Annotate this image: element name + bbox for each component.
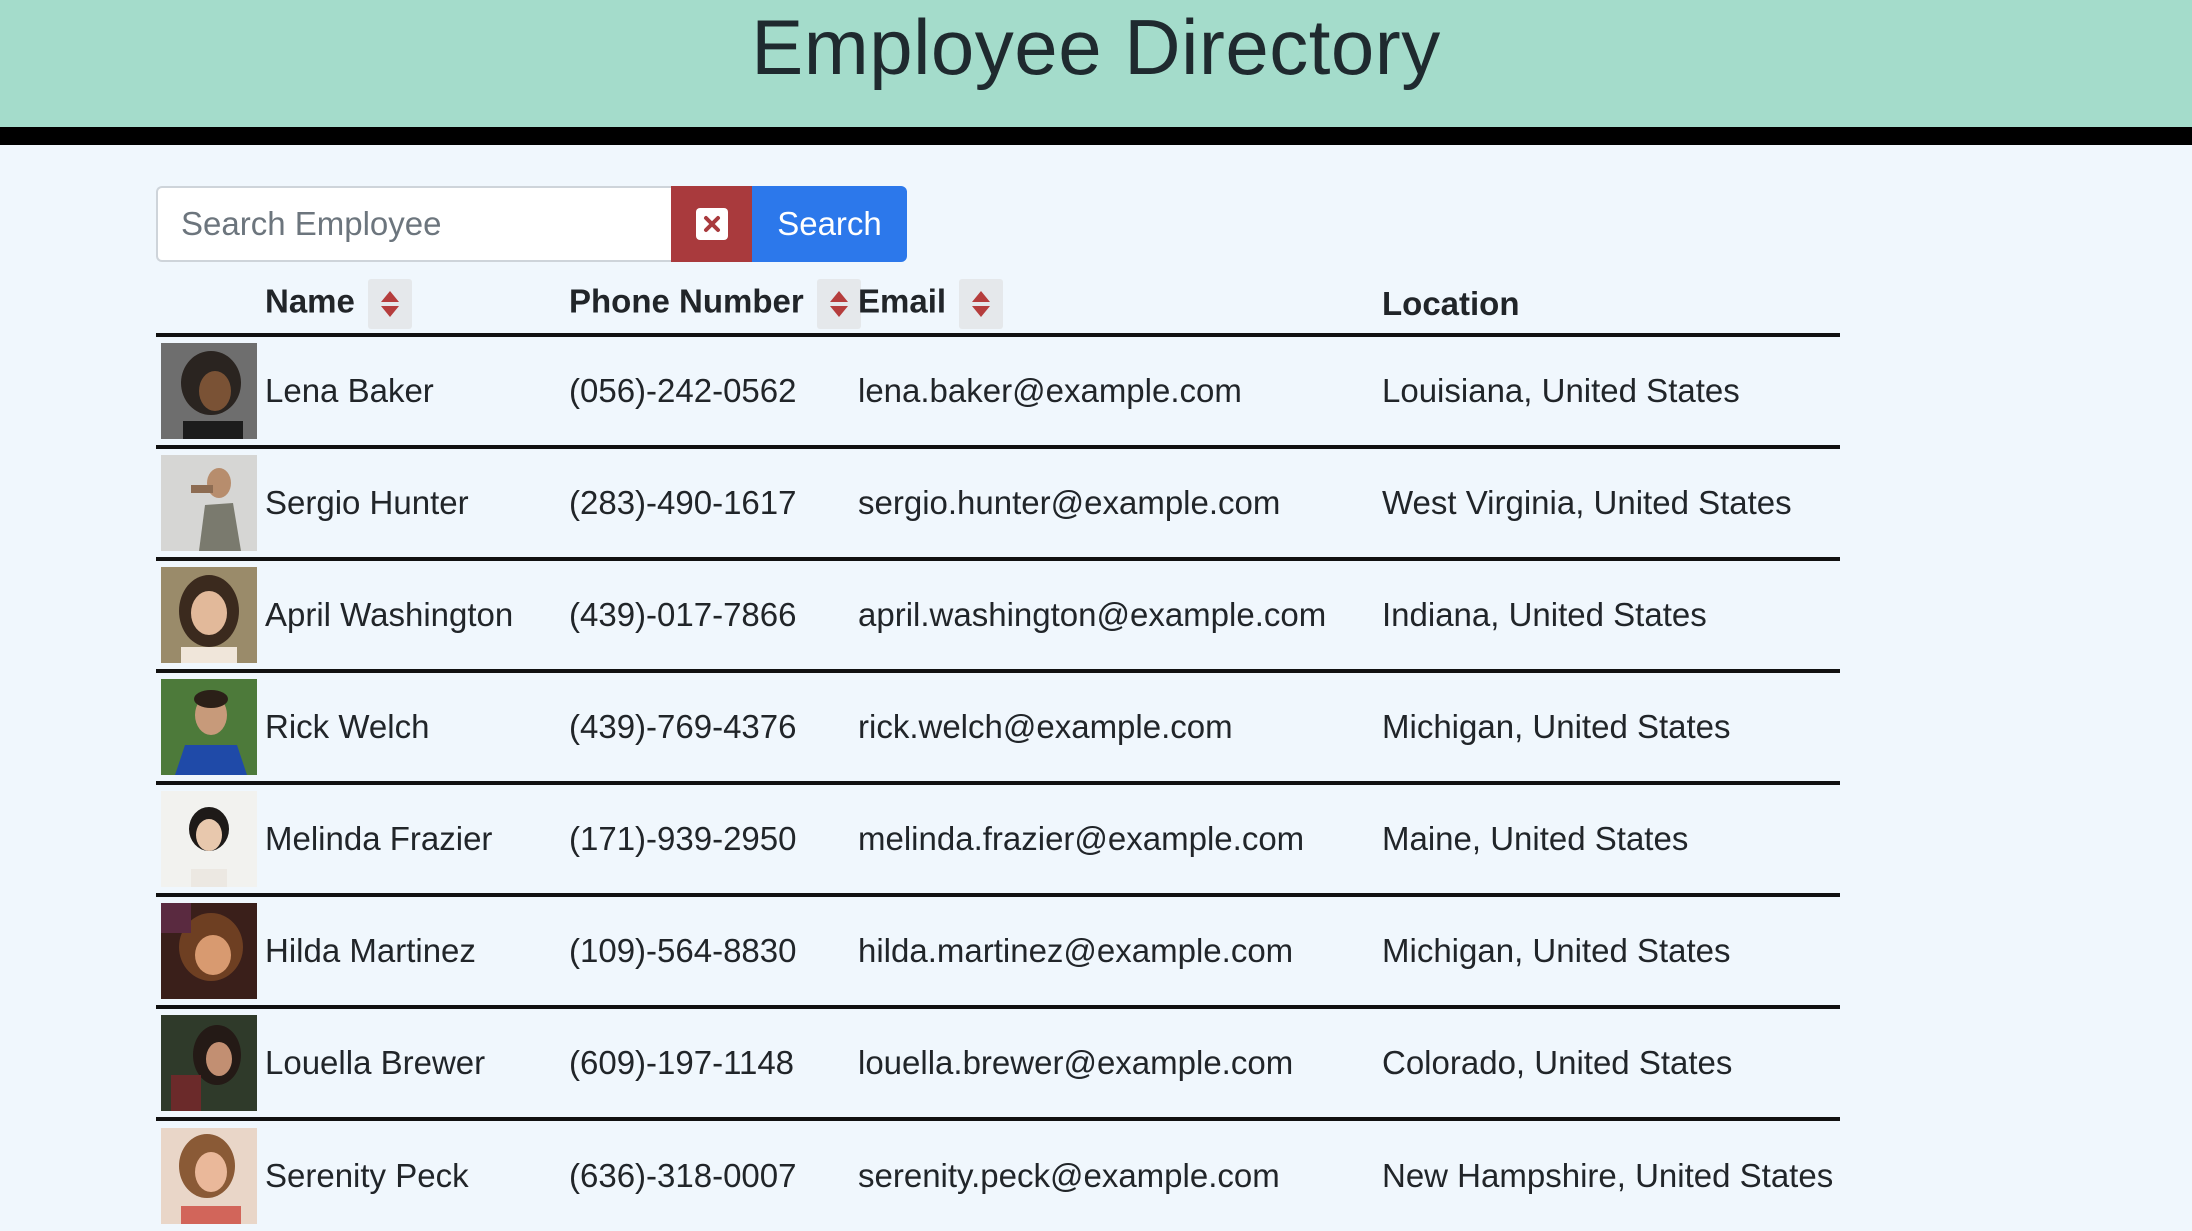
sort-email-button[interactable] [959, 279, 1004, 329]
employee-table: Name Phone Number Email Location Lena Ba… [156, 275, 1840, 1231]
clear-search-button[interactable] [671, 186, 752, 262]
table-row: Melinda Frazier (171)-939-2950 melinda.f… [156, 783, 1840, 897]
column-header-location: Location [1382, 275, 1840, 337]
table-row: Louella Brewer (609)-197-1148 louella.br… [156, 1007, 1840, 1121]
employee-location: Maine, United States [1382, 783, 1840, 897]
employee-location: Michigan, United States [1382, 895, 1840, 1009]
table-row: Serenity Peck (636)-318-0007 serenity.pe… [156, 1119, 1840, 1231]
employee-email: lena.baker@example.com [858, 335, 1382, 449]
employee-name: April Washington [265, 559, 569, 673]
avatar [161, 1015, 257, 1111]
table-header-row: Name Phone Number Email Location [156, 275, 1840, 337]
employee-location: Michigan, United States [1382, 671, 1840, 785]
employee-phone: (636)-318-0007 [569, 1157, 797, 1194]
avatar-cell [156, 1007, 265, 1121]
employee-location: Indiana, United States [1382, 559, 1840, 673]
close-box-icon [695, 208, 728, 240]
employee-name: Rick Welch [265, 671, 569, 785]
avatar [161, 455, 257, 551]
employee-phone: (171)-939-2950 [569, 783, 858, 897]
column-header-phone: Phone Number [569, 275, 861, 337]
employee-rows: Lena Baker (056)-242-0562 lena.baker@exa… [156, 335, 1840, 1231]
employee-location: Colorado, United States [1382, 1007, 1840, 1121]
employee-name: Sergio Hunter [265, 447, 569, 561]
column-header-name: Name [265, 275, 569, 337]
employee-email: serenity.peck@example.com [858, 1157, 1280, 1194]
avatar-cell [156, 447, 265, 561]
avatar [161, 679, 257, 775]
table-row: Rick Welch (439)-769-4376 rick.welch@exa… [156, 671, 1840, 785]
avatar [161, 903, 257, 999]
column-header-label: Name [265, 282, 355, 320]
employee-phone: (109)-564-8830 [569, 895, 858, 1009]
search-button[interactable]: Search [752, 186, 907, 262]
employee-phone: (439)-017-7866 [569, 559, 858, 673]
column-header-label: Phone Number [569, 282, 804, 320]
employee-name: Louella Brewer [265, 1007, 569, 1121]
employee-location: New Hampshire, United States [1382, 1157, 1834, 1194]
avatar-cell [156, 335, 265, 449]
employee-email: hilda.martinez@example.com [858, 895, 1382, 1009]
avatar [161, 791, 257, 887]
employee-phone: (283)-490-1617 [569, 447, 858, 561]
employee-phone: (439)-769-4376 [569, 671, 858, 785]
search-input[interactable] [156, 186, 671, 262]
sort-arrows-icon [972, 291, 991, 317]
table-row: Sergio Hunter (283)-490-1617 sergio.hunt… [156, 447, 1840, 561]
table-row: Hilda Martinez (109)-564-8830 hilda.mart… [156, 895, 1840, 1009]
employee-email: rick.welch@example.com [858, 671, 1382, 785]
employee-phone: (056)-242-0562 [569, 335, 858, 449]
avatar-cell [156, 559, 265, 673]
column-header-label: Email [858, 282, 947, 320]
avatar-cell [156, 895, 265, 1009]
employee-phone: (609)-197-1148 [569, 1007, 858, 1121]
table-row: Lena Baker (056)-242-0562 lena.baker@exa… [156, 335, 1840, 449]
employee-location: Louisiana, United States [1382, 335, 1840, 449]
employee-name: Melinda Frazier [265, 783, 569, 897]
employee-email: louella.brewer@example.com [858, 1007, 1382, 1121]
employee-email: melinda.frazier@example.com [858, 783, 1382, 897]
employee-name: Hilda Martinez [265, 895, 569, 1009]
employee-name: Lena Baker [265, 335, 569, 449]
avatar [161, 567, 257, 663]
avatar-cell [156, 783, 265, 897]
employee-name: Serenity Peck [265, 1157, 469, 1194]
avatar [161, 1128, 257, 1224]
sort-arrows-icon [829, 291, 848, 317]
employee-location: West Virginia, United States [1382, 447, 1840, 561]
sort-arrows-icon [381, 291, 400, 317]
employee-email: sergio.hunter@example.com [858, 447, 1382, 561]
column-header-image [156, 275, 265, 337]
page-title: Employee Directory [751, 3, 1441, 91]
avatar [161, 343, 257, 439]
table-row: April Washington (439)-017-7866 april.wa… [156, 559, 1840, 673]
sort-name-button[interactable] [368, 279, 413, 329]
avatar-cell [156, 1119, 265, 1231]
column-header-label: Location [1382, 285, 1520, 322]
avatar-cell [156, 671, 265, 785]
column-header-email: Email [858, 275, 1382, 337]
employee-email: april.washington@example.com [858, 559, 1382, 673]
search-bar: Search [156, 186, 907, 262]
header-divider [0, 127, 2192, 145]
page-header: Employee Directory [0, 0, 2192, 127]
sort-phone-button[interactable] [816, 279, 861, 329]
